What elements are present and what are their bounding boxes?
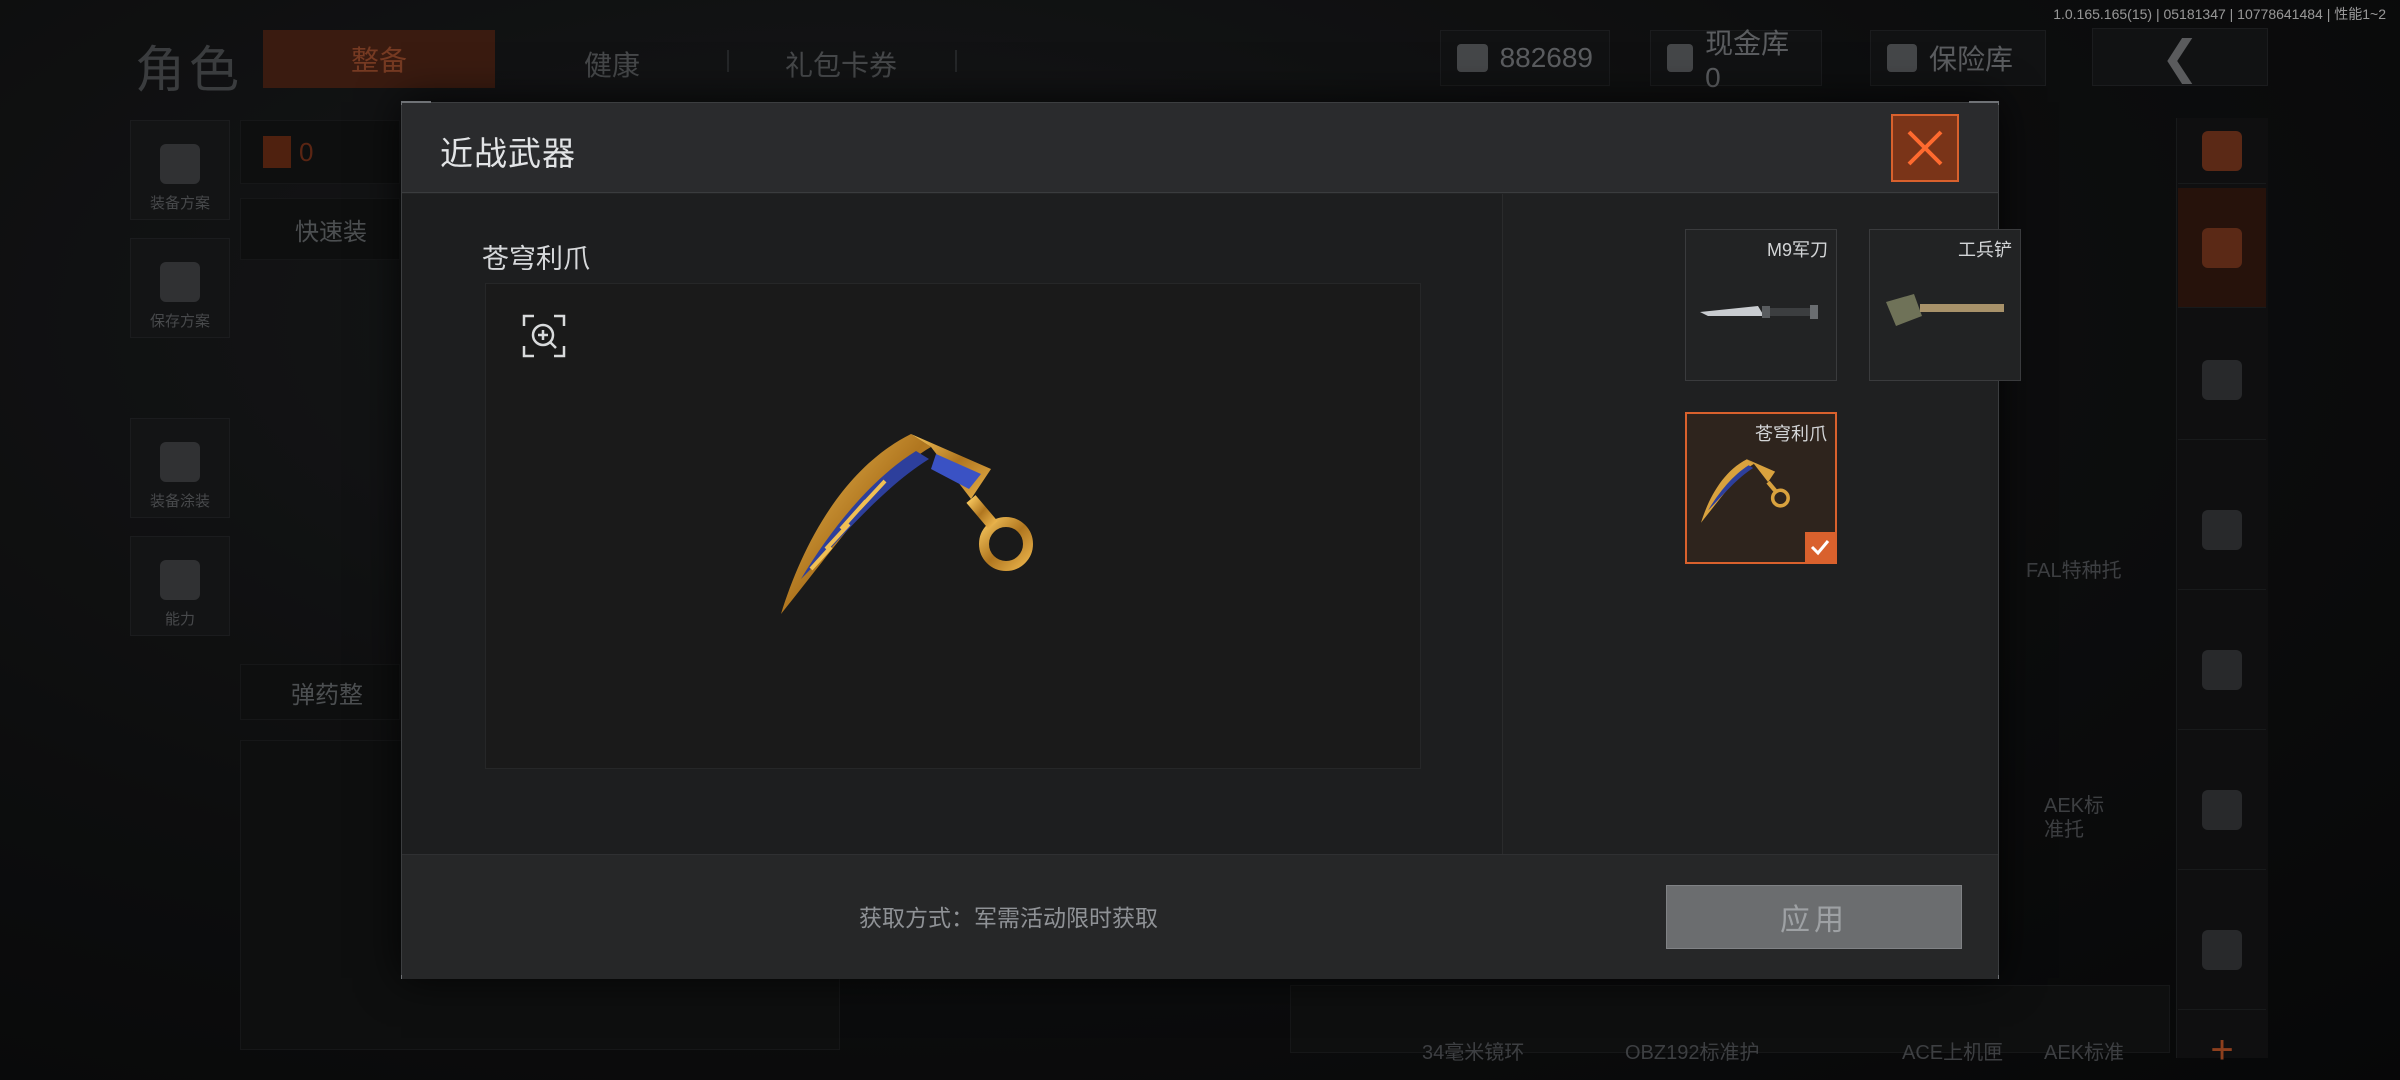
karambit-icon — [781, 434, 1033, 614]
weapon-card-shovel[interactable]: 工兵铲 — [1869, 229, 2021, 381]
apply-button[interactable]: 应用 — [1666, 885, 1962, 949]
acquire-method-text: 获取方式：军需活动限时获取 — [859, 905, 1158, 931]
zoom-button[interactable] — [522, 314, 566, 358]
shovel-icon — [1886, 294, 2004, 326]
weapon-card-label: 工兵铲 — [1958, 240, 2012, 260]
dialog-footer: 获取方式：军需活动限时获取 应用 — [402, 854, 1998, 979]
weapon-card-karambit[interactable]: 苍穹利爪 — [1685, 412, 1837, 564]
weapon-card-label: 苍穹利爪 — [1755, 424, 1827, 444]
dialog-title: 近战武器 — [440, 135, 576, 172]
close-icon — [1907, 130, 1943, 166]
weapon-card-label: M9军刀 — [1766, 240, 1828, 260]
zoom-in-icon — [522, 314, 566, 358]
checkmark-icon — [1810, 540, 1830, 556]
weapon-card-m9[interactable]: M9军刀 — [1685, 229, 1837, 381]
weapon-list: M9军刀 工兵铲 苍穹利爪 — [1502, 194, 2021, 854]
bayonet-knife-icon — [1700, 305, 1818, 319]
close-button[interactable] — [1891, 114, 1959, 182]
karambit-icon — [1701, 459, 1790, 523]
melee-weapon-dialog: 近战武器 苍穹利爪 M9军刀 工兵铲 苍穹利爪 获取方式：军需活动限时获取 应用 — [401, 101, 2021, 979]
dialog-header: 近战武器 — [402, 103, 1998, 193]
selected-item-name: 苍穹利爪 — [482, 244, 590, 274]
weapon-preview[interactable] — [485, 283, 1421, 769]
selected-check — [1805, 532, 1835, 562]
